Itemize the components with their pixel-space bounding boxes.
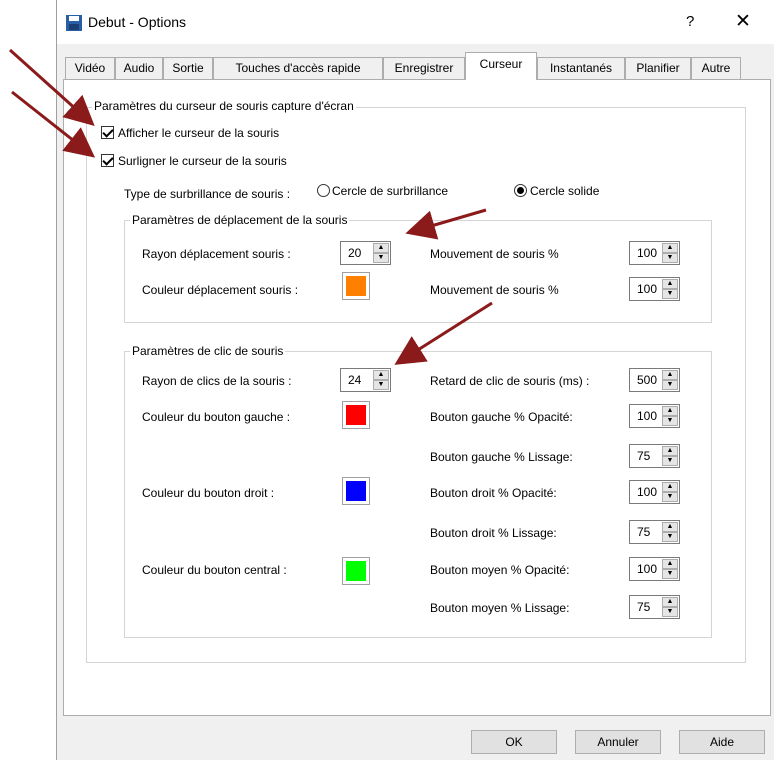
tab-curseur[interactable]: Curseur <box>465 52 537 80</box>
arrow-2 <box>11 90 96 158</box>
arrow-3 <box>405 208 487 240</box>
arrow-4 <box>394 301 493 365</box>
arrow-1 <box>8 48 95 127</box>
annotation-arrows <box>8 48 493 365</box>
